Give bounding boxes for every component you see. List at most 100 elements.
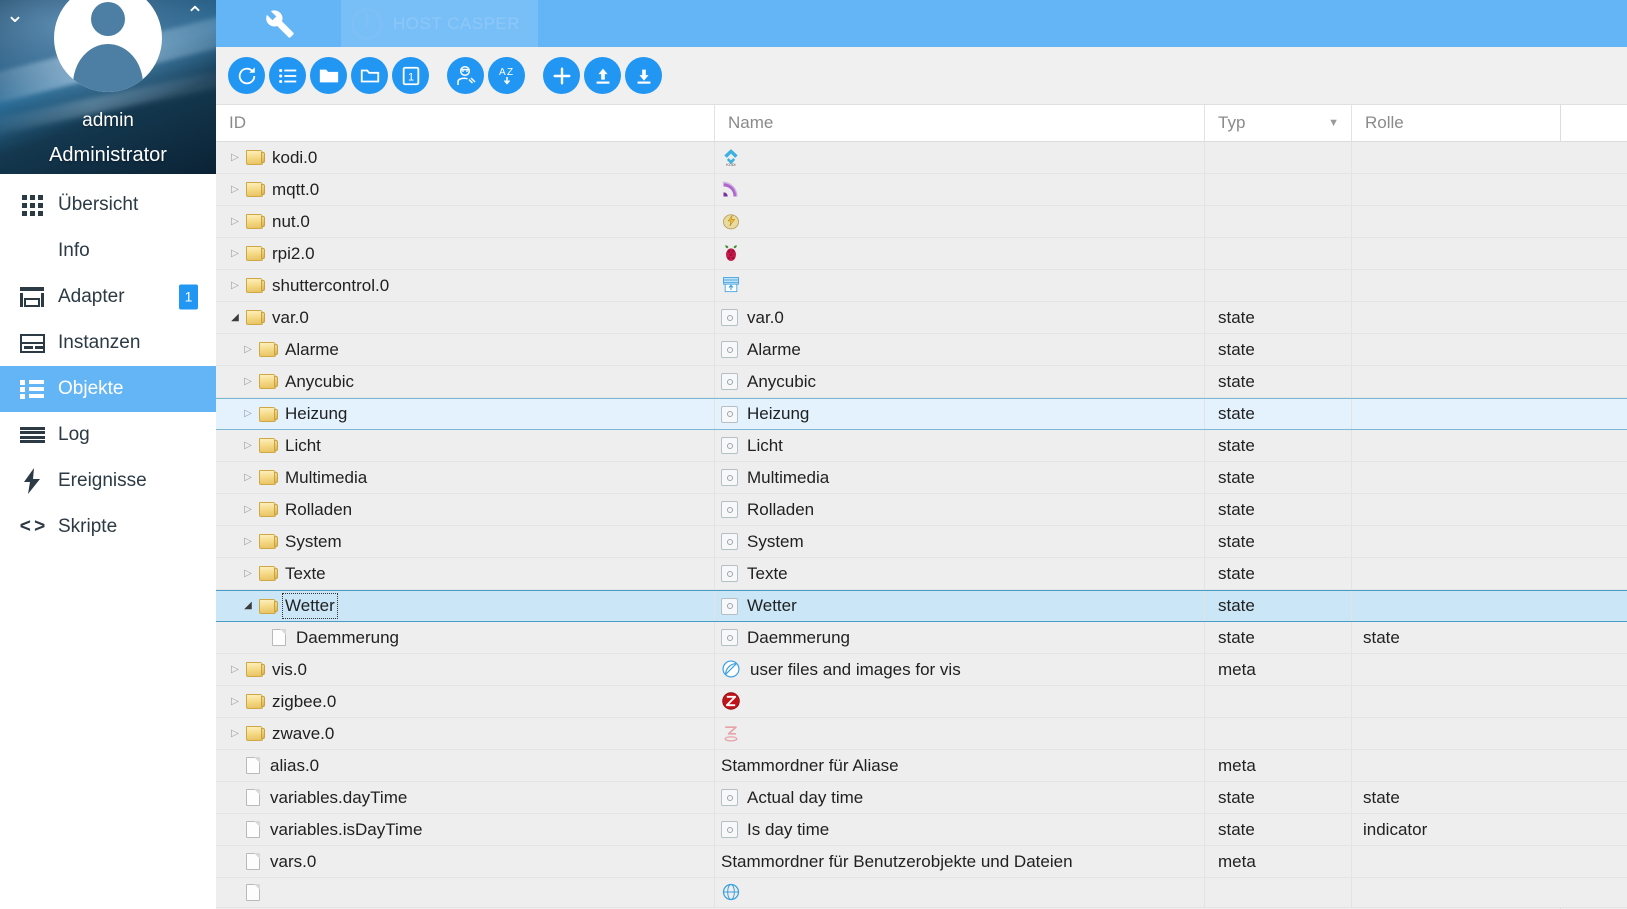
- sidebar-item-objekte[interactable]: Objekte: [0, 366, 216, 412]
- cell-rolle: [1352, 270, 1559, 301]
- sidebar-item-log[interactable]: Log: [0, 412, 216, 458]
- table-row[interactable]: Daemmerung Daemmerung state state: [216, 622, 1627, 654]
- sidebar-item-uebersicht[interactable]: Übersicht: [0, 182, 216, 228]
- row-id-label: var.0: [272, 307, 309, 327]
- folder-icon: [246, 182, 265, 197]
- row-typ-label: state: [1218, 404, 1255, 423]
- folder-icon: [259, 566, 278, 581]
- table-row[interactable]: ▷ Texte Texte state: [216, 558, 1627, 590]
- table-row[interactable]: ▷ Rolladen Rolladen state: [216, 494, 1627, 526]
- list-view-button[interactable]: [269, 57, 306, 94]
- table-row[interactable]: [216, 878, 1627, 908]
- add-object-button[interactable]: [543, 57, 580, 94]
- twisty-collapsed-icon[interactable]: ▷: [224, 664, 246, 675]
- twisty-collapsed-icon[interactable]: ▷: [224, 696, 246, 707]
- twisty-collapsed-icon[interactable]: ▷: [224, 216, 246, 227]
- sort-az-button[interactable]: A Z: [488, 57, 525, 94]
- table-row[interactable]: alias.0 Stammordner für Aliase meta: [216, 750, 1627, 782]
- svg-text:KODI: KODI: [726, 163, 735, 167]
- cell-id: alias.0: [216, 750, 715, 781]
- sidebar-item-label: Info: [58, 240, 90, 261]
- column-header-rolle[interactable]: Rolle: [1352, 105, 1559, 141]
- cell-typ: state: [1205, 494, 1352, 525]
- table-row[interactable]: ▷ zigbee.0: [216, 686, 1627, 718]
- cell-rolle: [1352, 591, 1559, 621]
- cell-name: Licht: [715, 430, 1205, 461]
- twisty-collapsed-icon[interactable]: ▷: [224, 184, 246, 195]
- table-row[interactable]: ▷ Heizung Heizung state: [216, 398, 1627, 430]
- twisty-collapsed-icon[interactable]: ▷: [237, 344, 259, 355]
- state-icon: [721, 405, 738, 423]
- cell-rolle: [1352, 494, 1559, 525]
- table-row[interactable]: ▷ kodi.0 KODI: [216, 142, 1627, 174]
- table-row[interactable]: ▷ Alarme Alarme state: [216, 334, 1627, 366]
- state-icon: [721, 629, 738, 646]
- expand-one-level-button[interactable]: 1: [392, 57, 429, 94]
- twisty-collapsed-icon[interactable]: ▷: [237, 536, 259, 547]
- twisty-collapsed-icon[interactable]: ▷: [224, 280, 246, 291]
- cell-id: ▷ nut.0: [216, 206, 715, 237]
- twisty-collapsed-icon[interactable]: ▷: [237, 440, 259, 451]
- twisty-collapsed-icon[interactable]: ▷: [224, 728, 246, 739]
- host-selector[interactable]: HOST CASPER: [341, 0, 539, 47]
- table-row[interactable]: ◢ Wetter Wetter state: [216, 590, 1627, 622]
- column-header-name[interactable]: Name: [715, 105, 1205, 141]
- cell-name: Texte: [715, 558, 1205, 589]
- sidebar-item-info[interactable]: i Info: [0, 228, 216, 274]
- chevron-down-icon[interactable]: ⌄: [0, 0, 30, 30]
- expert-mode-button[interactable]: [447, 57, 484, 94]
- cell-typ: [1205, 206, 1352, 237]
- sort-caret-icon[interactable]: ▼: [1328, 117, 1339, 129]
- twisty-collapsed-icon[interactable]: ▷: [224, 248, 246, 259]
- cell-name: [715, 270, 1205, 301]
- table-row[interactable]: ▷ mqtt.0: [216, 174, 1627, 206]
- state-icon: [721, 789, 738, 806]
- table-row[interactable]: ▷ Multimedia Multimedia state: [216, 462, 1627, 494]
- table-row[interactable]: ▷ System System state: [216, 526, 1627, 558]
- sidebar-item-label: Übersicht: [58, 194, 139, 215]
- table-row[interactable]: variables.isDayTime Is day time state indic…: [216, 814, 1627, 846]
- column-header-label: ID: [229, 113, 246, 132]
- objects-tree-body[interactable]: ▷ kodi.0 KODI ▷ mqtt.0 ▷ nut.0 ▷ rpi2.0 ▷ shutterc…: [216, 142, 1627, 909]
- sidebar-item-skripte[interactable]: < > Skripte: [0, 504, 216, 550]
- twisty-collapsed-icon[interactable]: ▷: [237, 504, 259, 515]
- export-button[interactable]: [625, 57, 662, 94]
- twisty-expanded-icon[interactable]: ◢: [237, 601, 259, 611]
- column-header-typ[interactable]: Typ ▼: [1205, 105, 1352, 141]
- table-row[interactable]: variables.dayTime Actual day time state sta…: [216, 782, 1627, 814]
- table-row[interactable]: ▷ Anycubic Anycubic state: [216, 366, 1627, 398]
- chevron-up-icon[interactable]: ⌃: [180, 0, 210, 30]
- cell-typ: state: [1205, 814, 1352, 845]
- table-row[interactable]: ▷ Licht Licht state: [216, 430, 1627, 462]
- table-row[interactable]: ▷ rpi2.0: [216, 238, 1627, 270]
- collapse-all-button[interactable]: [351, 57, 388, 94]
- sidebar-item-instanzen[interactable]: Instanzen: [0, 320, 216, 366]
- table-row[interactable]: ▷ zwave.0: [216, 718, 1627, 750]
- sidebar-item-ereignisse[interactable]: Ereignisse: [0, 458, 216, 504]
- import-button[interactable]: [584, 57, 621, 94]
- table-row[interactable]: vars.0 Stammordner für Benutzerobjekte un…: [216, 846, 1627, 878]
- twisty-collapsed-icon[interactable]: ▷: [237, 376, 259, 387]
- twisty-collapsed-icon[interactable]: ▷: [224, 152, 246, 163]
- column-header-id[interactable]: ID: [216, 105, 715, 141]
- table-row[interactable]: ◢ var.0 var.0 state: [216, 302, 1627, 334]
- table-row[interactable]: ▷ shuttercontrol.0: [216, 270, 1627, 302]
- twisty-expanded-icon[interactable]: ◢: [224, 312, 246, 323]
- expert-mode-icon: [454, 64, 478, 88]
- sidebar-item-adapter[interactable]: Adapter 1: [0, 274, 216, 320]
- row-typ-label: state: [1218, 307, 1255, 327]
- twisty-collapsed-icon[interactable]: ▷: [237, 568, 259, 579]
- wrench-icon[interactable]: [265, 9, 295, 39]
- folder-icon: [246, 662, 265, 677]
- avatar[interactable]: [54, 0, 162, 92]
- table-row[interactable]: ▷ nut.0: [216, 206, 1627, 238]
- cell-id: vars.0: [216, 846, 715, 877]
- refresh-button[interactable]: [228, 57, 265, 94]
- cell-name: Stammordner für Benutzerobjekte und Date…: [715, 846, 1205, 877]
- table-row[interactable]: ▷ vis.0 user files and images for vis meta: [216, 654, 1627, 686]
- row-id-label: zwave.0: [272, 723, 335, 743]
- twisty-collapsed-icon[interactable]: ▷: [237, 409, 259, 419]
- twisty-collapsed-icon[interactable]: ▷: [237, 472, 259, 483]
- expand-all-button[interactable]: [310, 57, 347, 94]
- cell-typ: [1205, 878, 1352, 907]
